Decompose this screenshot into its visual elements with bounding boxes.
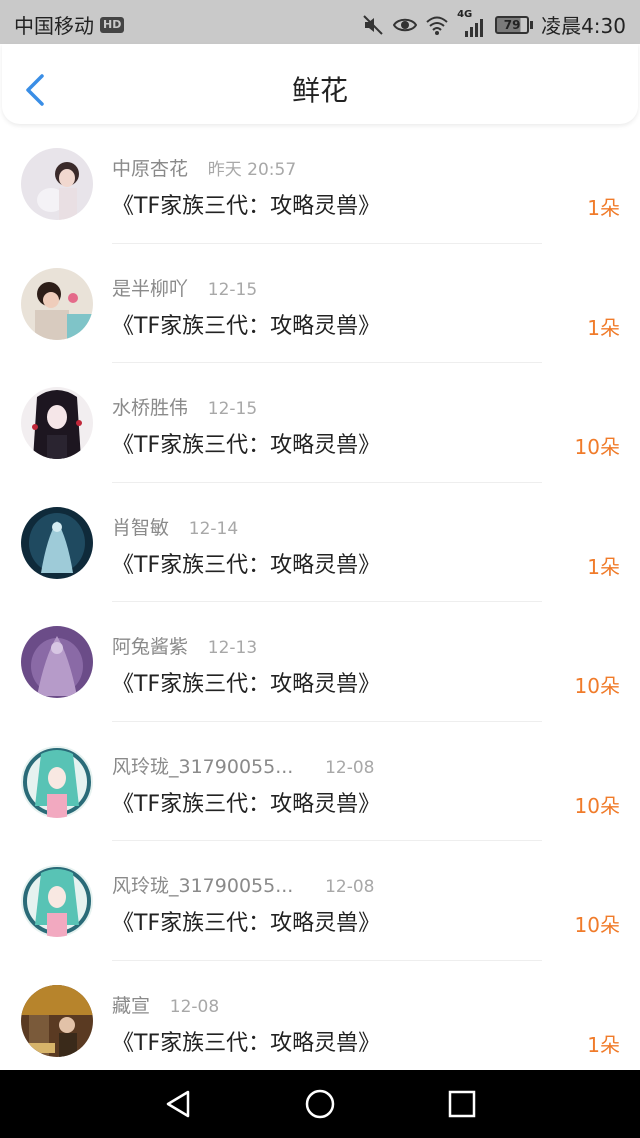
timestamp: 12-14 <box>188 518 239 539</box>
clock: 凌晨4:30 <box>541 14 626 38</box>
carrier-label: 中国移动 <box>14 14 94 38</box>
avatar[interactable] <box>21 148 93 220</box>
list-item[interactable]: 藏宣 12-08 《TF家族三代：攻略灵兽》 1朵 <box>0 961 640 1081</box>
item-meta: 风玲珑_31790055... 12-08 <box>112 752 374 779</box>
username[interactable]: 中原杏花 <box>112 158 188 180</box>
flower-count: 1朵 <box>587 1032 620 1057</box>
avatar[interactable] <box>21 626 93 698</box>
flower-count: 10朵 <box>574 435 620 459</box>
item-meta: 藏宣 12-08 <box>112 991 219 1018</box>
recents-square-icon[interactable] <box>446 1088 478 1120</box>
avatar[interactable] <box>21 984 93 1057</box>
book-title[interactable]: 《TF家族三代：攻略灵兽》 <box>112 188 380 220</box>
list-item[interactable]: 中原杏花 昨天 20:57 《TF家族三代：攻略灵兽》 1朵 <box>0 124 640 244</box>
timestamp: 12-08 <box>325 757 375 778</box>
timestamp: 12-13 <box>207 638 258 658</box>
mute-icon <box>363 14 383 35</box>
flower-list: 中原杏花 昨天 20:57 《TF家族三代：攻略灵兽》 1朵 是半柳吖 12-1… <box>0 124 640 1080</box>
username[interactable]: 风玲珑_31790055... <box>112 875 293 897</box>
book-title[interactable]: 《TF家族三代：攻略灵兽》 <box>112 1025 380 1057</box>
battery-indicator: 79 <box>495 15 534 34</box>
timestamp: 12-08 <box>169 996 220 1017</box>
item-meta: 肖智敏 12-14 <box>112 513 238 540</box>
book-title[interactable]: 《TF家族三代：攻略灵兽》 <box>112 666 380 698</box>
timestamp: 昨天 20:57 <box>207 160 297 180</box>
signal-icon: 4G <box>457 9 487 37</box>
flower-count: 1朵 <box>587 196 620 220</box>
list-item[interactable]: 风玲珑_31790055... 12-08 《TF家族三代：攻略灵兽》 10朵 <box>0 841 640 961</box>
flower-count: 1朵 <box>587 554 620 579</box>
book-title[interactable]: 《TF家族三代：攻略灵兽》 <box>112 547 380 579</box>
avatar[interactable] <box>21 267 93 340</box>
item-meta: 水桥胜伟 12-15 <box>112 393 257 420</box>
flower-count: 10朵 <box>574 913 620 937</box>
item-meta: 中原杏花 昨天 20:57 <box>112 154 296 181</box>
book-title[interactable]: 《TF家族三代：攻略灵兽》 <box>112 427 380 459</box>
timestamp: 12-15 <box>207 279 258 300</box>
list-item[interactable]: 是半柳吖 12-15 《TF家族三代：攻略灵兽》 1朵 <box>0 244 640 363</box>
flower-count: 1朵 <box>587 315 620 340</box>
avatar[interactable] <box>21 865 93 937</box>
list-item[interactable]: 肖智敏 12-14 《TF家族三代：攻略灵兽》 1朵 <box>0 483 640 602</box>
timestamp: 12-15 <box>207 399 258 419</box>
avatar[interactable] <box>21 745 93 818</box>
flower-count: 10朵 <box>574 674 620 698</box>
app-header: 鲜花 <box>2 44 638 124</box>
list-item[interactable]: 水桥胜伟 12-15 《TF家族三代：攻略灵兽》 10朵 <box>0 363 640 483</box>
username[interactable]: 藏宣 <box>112 995 150 1017</box>
flower-count: 10朵 <box>574 793 620 818</box>
username[interactable]: 水桥胜伟 <box>112 397 188 419</box>
avatar[interactable] <box>21 506 93 579</box>
avatar[interactable] <box>21 387 93 459</box>
status-bar: 中国移动 HD 4G 79 凌晨4:30 <box>0 0 640 44</box>
item-meta: 阿兔酱紫 12-13 <box>112 632 257 659</box>
status-left: 中国移动 HD <box>14 10 125 39</box>
username[interactable]: 阿兔酱紫 <box>112 636 188 658</box>
timestamp: 12-08 <box>325 877 375 897</box>
wifi-icon <box>426 16 448 35</box>
system-nav-bar <box>0 1070 640 1138</box>
item-meta: 是半柳吖 12-15 <box>112 274 257 301</box>
book-title[interactable]: 《TF家族三代：攻略灵兽》 <box>112 905 380 937</box>
book-title[interactable]: 《TF家族三代：攻略灵兽》 <box>112 786 380 818</box>
username[interactable]: 是半柳吖 <box>112 278 188 300</box>
back-triangle-icon[interactable] <box>162 1088 194 1120</box>
eye-icon <box>393 18 418 31</box>
status-right: 4G 79 凌晨4:30 <box>361 9 626 39</box>
book-title[interactable]: 《TF家族三代：攻略灵兽》 <box>112 308 380 340</box>
battery-tip <box>530 20 534 29</box>
hd-badge: HD <box>100 16 125 33</box>
username[interactable]: 风玲珑_31790055... <box>112 756 293 778</box>
list-item[interactable]: 风玲珑_31790055... 12-08 《TF家族三代：攻略灵兽》 10朵 <box>0 722 640 841</box>
username[interactable]: 肖智敏 <box>112 517 169 539</box>
item-meta: 风玲珑_31790055... 12-08 <box>112 871 374 898</box>
list-item[interactable]: 阿兔酱紫 12-13 《TF家族三代：攻略灵兽》 10朵 <box>0 602 640 722</box>
home-circle-icon[interactable] <box>304 1088 336 1120</box>
battery-level: 79 <box>495 15 530 34</box>
